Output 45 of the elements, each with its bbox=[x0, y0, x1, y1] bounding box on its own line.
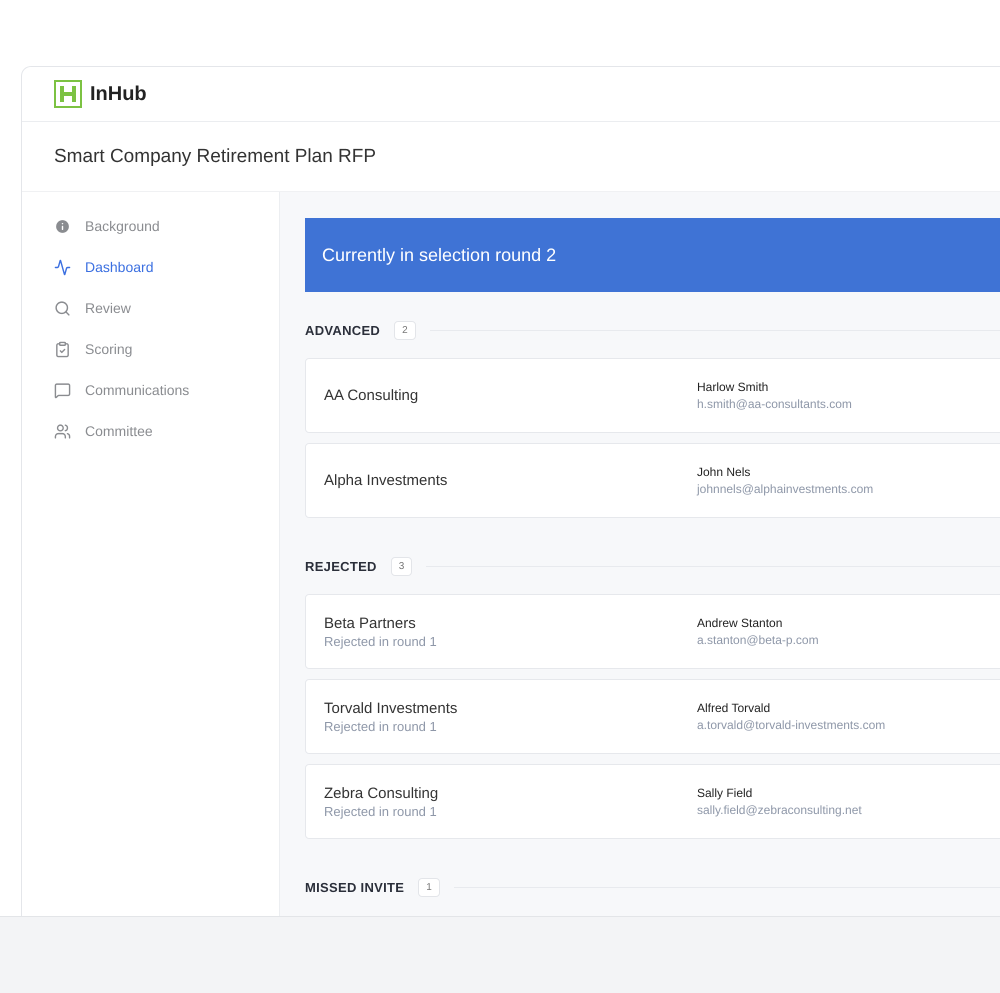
vendor-card[interactable]: Zebra Consulting Rejected in round 1 Sally Field sally.field@zebraconsulting.net bbox=[305, 764, 1000, 839]
sidebar-icon bbox=[54, 422, 71, 440]
contact-name: Alfred Torvald bbox=[697, 701, 772, 715]
sidebar-item[interactable]: Review bbox=[22, 296, 279, 320]
sidebar-icon bbox=[54, 218, 71, 234]
vendor-name: AA Consulting bbox=[324, 387, 420, 404]
vendor-name: Alpha Investments bbox=[324, 472, 448, 489]
sidebar-icon bbox=[54, 258, 71, 276]
vendor-card[interactable]: Beta Partners Rejected in round 1 Andrew Stanton a.stanton@beta-p.com bbox=[305, 594, 1000, 669]
section-title: REJECTED bbox=[305, 558, 377, 574]
status-banner: Currently in selection round 2 bbox=[305, 218, 1000, 292]
vendor-card[interactable]: Alpha Investments John Nels johnnels@alphainvestments.com bbox=[305, 443, 1000, 518]
count-badge: 2 bbox=[394, 320, 416, 340]
sidebar-icon bbox=[54, 300, 71, 316]
vendor-status: Rejected in round 1 bbox=[324, 804, 438, 818]
sidebar-item[interactable]: Communications bbox=[22, 378, 279, 402]
contact-name: Andrew Stanton bbox=[697, 616, 784, 630]
contact-email: h.smith@aa-consultants.com bbox=[697, 397, 852, 411]
count-badge: 3 bbox=[390, 556, 412, 576]
sidebar-item[interactable]: Background bbox=[22, 214, 279, 238]
contact-name: John Nels bbox=[697, 465, 752, 479]
contact-email: a.torvald@torvald-investments.com bbox=[697, 718, 886, 732]
sidebar-item[interactable]: Dashboard bbox=[22, 255, 279, 279]
section-title: ADVANCED bbox=[305, 322, 380, 338]
vendor-status: Rejected in round 1 bbox=[324, 718, 438, 734]
contact-email: sally.field@zebraconsulting.net bbox=[697, 803, 862, 817]
page-title: Smart Company Retirement Plan RFP bbox=[54, 146, 376, 168]
logo-icon bbox=[54, 80, 82, 108]
contact-email: a.stanton@beta-p.com bbox=[697, 633, 819, 647]
vendor-card[interactable]: Torvald Investments Rejected in round 1 Alfred Torvald a.torvald@torvald-investments.com bbox=[305, 679, 1000, 754]
contact-name: Sally Field bbox=[697, 786, 754, 800]
sidebar-icon bbox=[54, 382, 71, 398]
logo-text: InHub bbox=[90, 82, 147, 106]
sidebar-item[interactable]: Scoring bbox=[22, 337, 279, 361]
vendor-name: Torvald Investments bbox=[324, 700, 458, 716]
vendor-name: Zebra Consulting bbox=[324, 784, 440, 802]
count-badge: 1 bbox=[418, 878, 440, 896]
contact-email: johnnels@alphainvestments.com bbox=[697, 482, 874, 496]
vendor-status: Rejected in round 1 bbox=[324, 634, 438, 648]
contact-name: Harlow Smith bbox=[697, 380, 770, 394]
sidebar-item[interactable]: Committee bbox=[22, 419, 279, 443]
vendor-card[interactable]: AA Consulting Harlow Smith h.smith@aa-consultants.com bbox=[305, 358, 1000, 433]
sidebar-icon bbox=[54, 340, 71, 358]
vendor-name: Beta Partners bbox=[324, 614, 417, 632]
section-title: MISSED INVITE bbox=[305, 880, 404, 894]
